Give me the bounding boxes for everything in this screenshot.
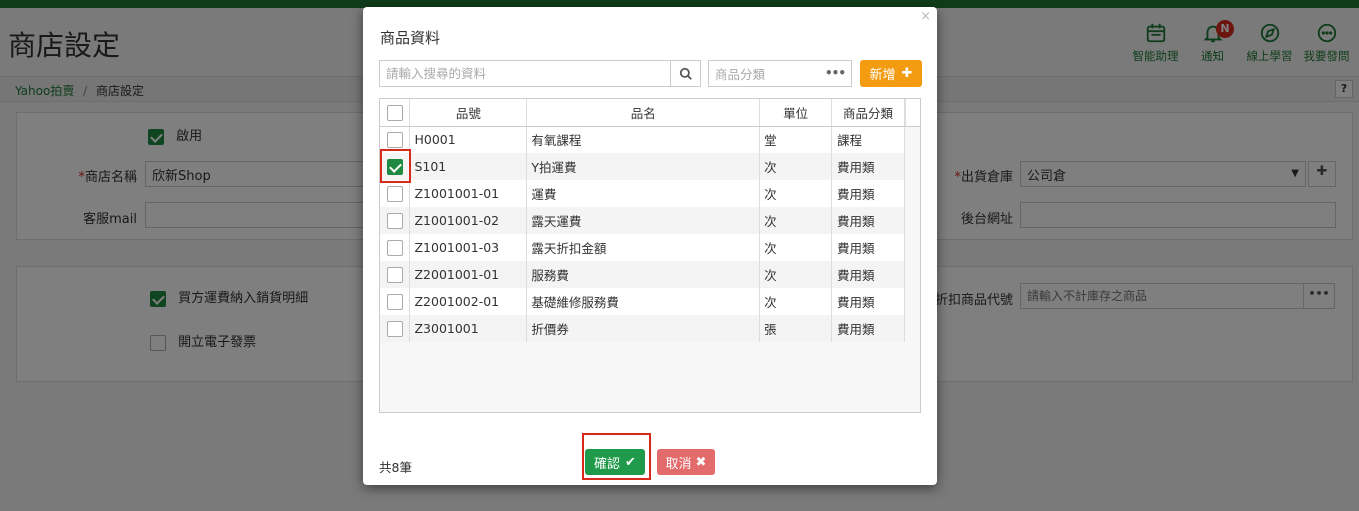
table-row[interactable]: Z2001001-01 服務費 次 費用類 [380, 261, 905, 288]
cell-unit: 次 [759, 207, 833, 234]
cell-unit: 次 [759, 180, 833, 207]
row-checkbox[interactable] [386, 239, 403, 256]
select-all-checkbox[interactable] [386, 104, 403, 121]
row-checkbox[interactable] [386, 320, 403, 337]
row-checkbox[interactable] [386, 212, 403, 229]
cell-unit: 次 [759, 261, 833, 288]
confirm-button[interactable]: 確認 ✔ [585, 449, 645, 475]
more-dots-icon[interactable]: ••• [825, 66, 846, 80]
category-filter[interactable]: 商品分類 ••• [708, 60, 852, 87]
grid-header-row: 品號 品名 單位 商品分類 [380, 99, 905, 127]
select-all-header[interactable] [380, 99, 411, 127]
column-header-name[interactable]: 品名 [526, 99, 761, 127]
plus-icon: ✚ [901, 66, 913, 81]
close-x-icon: ✖ [695, 454, 707, 470]
product-grid: 品號 品名 單位 商品分類 H0001 有氧課程 堂 課程 S101 Y拍運費 … [379, 98, 921, 413]
cell-category: 費用類 [831, 234, 905, 261]
row-checkbox[interactable] [386, 132, 403, 148]
search-box [379, 60, 701, 87]
search-button[interactable] [670, 61, 700, 86]
cell-unit: 堂 [759, 126, 833, 153]
cell-code: Z1001001-03 [409, 234, 528, 261]
column-header-category[interactable]: 商品分類 [831, 99, 905, 127]
search-input[interactable] [380, 61, 670, 86]
cell-name: 折價券 [526, 315, 761, 342]
table-row[interactable]: H0001 有氧課程 堂 課程 [380, 126, 905, 153]
search-icon [679, 67, 692, 80]
cancel-button[interactable]: 取消 ✖ [657, 449, 715, 475]
cell-name: Y拍運費 [526, 153, 761, 180]
cell-category: 費用類 [831, 180, 905, 207]
cell-code: Z2001002-01 [409, 288, 528, 315]
cell-name: 露天運費 [526, 207, 761, 234]
cancel-label: 取消 [665, 456, 692, 472]
modal-title: 商品資料 [380, 29, 441, 47]
cell-unit: 次 [759, 288, 833, 315]
checkbox-highlight-box [380, 149, 411, 183]
column-header-unit[interactable]: 單位 [759, 99, 833, 127]
cell-name: 服務費 [526, 261, 761, 288]
cell-name: 運費 [526, 180, 761, 207]
confirm-label: 確認 [594, 456, 621, 472]
cell-unit: 次 [759, 153, 833, 180]
total-count: 共8筆 [379, 460, 412, 475]
cell-unit: 張 [759, 315, 833, 342]
checkmark-icon: ✔ [625, 454, 636, 470]
add-product-button[interactable]: 新增 ✚ [860, 60, 922, 87]
cell-unit: 次 [759, 234, 833, 261]
cell-name: 有氧課程 [526, 126, 761, 153]
cell-category: 費用類 [831, 261, 905, 288]
cell-code: Z2001001-01 [409, 261, 528, 288]
cell-code: Z1001001-01 [409, 180, 528, 207]
cell-category: 費用類 [831, 207, 905, 234]
cell-category: 費用類 [831, 315, 905, 342]
table-row[interactable]: Z3001001 折價券 張 費用類 [380, 315, 905, 342]
row-checkbox[interactable] [386, 266, 403, 283]
table-row[interactable]: Z1001001-02 露天運費 次 費用類 [380, 207, 905, 234]
grid-scrollbar-header [905, 99, 920, 127]
column-header-code[interactable]: 品號 [409, 99, 528, 127]
table-row[interactable]: Z1001001-03 露天折扣金額 次 費用類 [380, 234, 905, 261]
cell-code: S101 [409, 153, 528, 180]
table-row[interactable]: S101 Y拍運費 次 費用類 [380, 153, 905, 180]
product-data-modal: × 商品資料 商品分類 ••• 新增 ✚ 品號 品名 單位 商品分類 [363, 7, 937, 485]
cell-code: Z3001001 [409, 315, 528, 342]
cell-category: 費用類 [831, 288, 905, 315]
table-row[interactable]: Z2001002-01 基礎維修服務費 次 費用類 [380, 288, 905, 315]
cell-name: 基礎維修服務費 [526, 288, 761, 315]
close-icon[interactable]: × [920, 9, 931, 24]
table-row[interactable]: Z1001001-01 運費 次 費用類 [380, 180, 905, 207]
category-placeholder: 商品分類 [715, 67, 766, 82]
cell-category: 費用類 [831, 153, 905, 180]
row-checkbox[interactable] [386, 293, 403, 310]
row-checkbox[interactable] [386, 185, 403, 202]
cell-name: 露天折扣金額 [526, 234, 761, 261]
cell-category: 課程 [831, 126, 905, 153]
cell-code: H0001 [409, 126, 528, 153]
cell-code: Z1001001-02 [409, 207, 528, 234]
add-label: 新增 [869, 68, 896, 83]
